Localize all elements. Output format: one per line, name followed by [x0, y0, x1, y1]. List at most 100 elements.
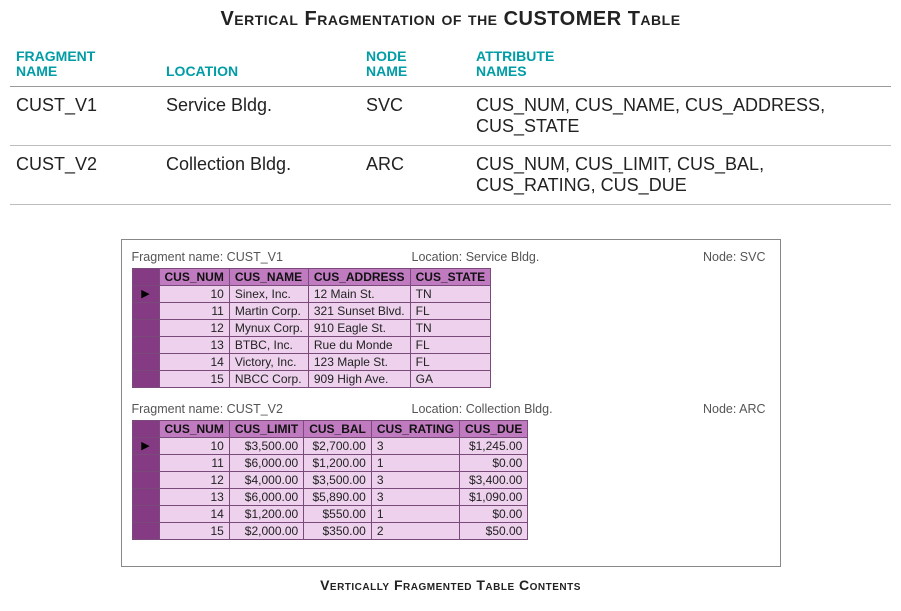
row-selector-header — [132, 268, 159, 285]
cell: 12 Main St. — [308, 285, 410, 302]
row-selector — [132, 488, 159, 505]
cell: NBCC Corp. — [229, 370, 308, 387]
cell: 321 Sunset Blvd. — [308, 302, 410, 319]
meta-header-attributes: ATTRIBUTENAMES — [470, 45, 891, 86]
meta-cell-location: Collection Bldg. — [160, 145, 360, 204]
cell: 3 — [371, 471, 459, 488]
meta-cell-attributes: CUS_NUM, CUS_LIMIT, CUS_BAL, CUS_RATING,… — [470, 145, 891, 204]
fragments-panel: Fragment name: CUST_V1Location: Service … — [121, 239, 781, 567]
row-selector: ▶ — [132, 285, 159, 302]
cell: $3,500.00 — [304, 471, 372, 488]
table-row: 12$4,000.00$3,500.003$3,400.00 — [132, 471, 528, 488]
col-header: CUS_NAME — [229, 268, 308, 285]
table-row: ▶10Sinex, Inc.12 Main St.TN — [132, 285, 491, 302]
cell: FL — [410, 302, 491, 319]
fragment-block: Fragment name: CUST_V1Location: Service … — [132, 250, 770, 388]
cell: 910 Eagle St. — [308, 319, 410, 336]
table-row: ▶10$3,500.00$2,700.003$1,245.00 — [132, 437, 528, 454]
row-selector — [132, 370, 159, 387]
row-selector: ▶ — [132, 437, 159, 454]
panel-caption: Vertically Fragmented Table Contents — [121, 577, 781, 593]
cell: Victory, Inc. — [229, 353, 308, 370]
cell: 1 — [371, 454, 459, 471]
cell: $3,400.00 — [459, 471, 527, 488]
cell: Martin Corp. — [229, 302, 308, 319]
table-row: 12Mynux Corp.910 Eagle St.TN — [132, 319, 491, 336]
table-row: 13BTBC, Inc.Rue du MondeFL — [132, 336, 491, 353]
fragment-node-label: Node: SVC — [642, 250, 770, 264]
row-selector — [132, 353, 159, 370]
cell: 15 — [159, 522, 229, 539]
fragment-meta: Fragment name: CUST_V2Location: Collecti… — [132, 402, 770, 416]
meta-cell-node: ARC — [360, 145, 470, 204]
col-header: CUS_RATING — [371, 420, 459, 437]
fragment-name-label: Fragment name: CUST_V2 — [132, 402, 412, 416]
table-row: 14Victory, Inc.123 Maple St.FL — [132, 353, 491, 370]
table-row: 15NBCC Corp.909 High Ave.GA — [132, 370, 491, 387]
cell: 13 — [159, 336, 229, 353]
col-header: CUS_NUM — [159, 268, 229, 285]
cell: TN — [410, 319, 491, 336]
meta-cell-location: Service Bldg. — [160, 86, 360, 145]
cell: $6,000.00 — [229, 454, 303, 471]
cell: $0.00 — [459, 454, 527, 471]
col-header: CUS_DUE — [459, 420, 527, 437]
table-row: 11$6,000.00$1,200.001$0.00 — [132, 454, 528, 471]
row-selector — [132, 505, 159, 522]
fragment-location-label: Location: Collection Bldg. — [412, 402, 642, 416]
cell: 1 — [371, 505, 459, 522]
cell: $1,200.00 — [229, 505, 303, 522]
cell: $350.00 — [304, 522, 372, 539]
fragmentation-meta-table: FRAGMENTNAME LOCATION NODENAME ATTRIBUTE… — [10, 45, 891, 205]
table-row: 15$2,000.00$350.002$50.00 — [132, 522, 528, 539]
row-selector — [132, 336, 159, 353]
meta-header-node: NODENAME — [360, 45, 470, 86]
cell: $550.00 — [304, 505, 372, 522]
cell: $2,700.00 — [304, 437, 372, 454]
cell: $4,000.00 — [229, 471, 303, 488]
cell: $6,000.00 — [229, 488, 303, 505]
fragment-data-table: CUS_NUMCUS_LIMITCUS_BALCUS_RATINGCUS_DUE… — [132, 420, 529, 540]
cell: 10 — [159, 285, 229, 302]
cell: 909 High Ave. — [308, 370, 410, 387]
cell: 11 — [159, 302, 229, 319]
fragment-data-table: CUS_NUMCUS_NAMECUS_ADDRESSCUS_STATE▶10Si… — [132, 268, 492, 388]
cell: $5,890.00 — [304, 488, 372, 505]
cell: $1,090.00 — [459, 488, 527, 505]
meta-row: CUST_V1Service Bldg.SVCCUS_NUM, CUS_NAME… — [10, 86, 891, 145]
cell: 13 — [159, 488, 229, 505]
cell: TN — [410, 285, 491, 302]
cell: 11 — [159, 454, 229, 471]
page-title: Vertical Fragmentation of the CUSTOMER T… — [10, 8, 891, 31]
cell: 2 — [371, 522, 459, 539]
row-selector — [132, 302, 159, 319]
meta-cell-fragment: CUST_V1 — [10, 86, 160, 145]
meta-header-location: LOCATION — [160, 45, 360, 86]
cell: $2,000.00 — [229, 522, 303, 539]
cell: 14 — [159, 505, 229, 522]
table-row: 14$1,200.00$550.001$0.00 — [132, 505, 528, 522]
cell: 3 — [371, 437, 459, 454]
fragment-block: Fragment name: CUST_V2Location: Collecti… — [132, 402, 770, 540]
meta-header-row: FRAGMENTNAME LOCATION NODENAME ATTRIBUTE… — [10, 45, 891, 86]
col-header: CUS_NUM — [159, 420, 229, 437]
cell: Sinex, Inc. — [229, 285, 308, 302]
col-header: CUS_LIMIT — [229, 420, 303, 437]
cell: 123 Maple St. — [308, 353, 410, 370]
cell: GA — [410, 370, 491, 387]
row-selector-header — [132, 420, 159, 437]
cell: $3,500.00 — [229, 437, 303, 454]
cell: FL — [410, 336, 491, 353]
table-row: 11Martin Corp.321 Sunset Blvd.FL — [132, 302, 491, 319]
meta-row: CUST_V2Collection Bldg.ARCCUS_NUM, CUS_L… — [10, 145, 891, 204]
col-header: CUS_ADDRESS — [308, 268, 410, 285]
fragment-node-label: Node: ARC — [642, 402, 770, 416]
cell: FL — [410, 353, 491, 370]
row-selector — [132, 471, 159, 488]
cell: 10 — [159, 437, 229, 454]
fragment-name-label: Fragment name: CUST_V1 — [132, 250, 412, 264]
meta-cell-node: SVC — [360, 86, 470, 145]
row-selector — [132, 319, 159, 336]
cell: $50.00 — [459, 522, 527, 539]
fragment-meta: Fragment name: CUST_V1Location: Service … — [132, 250, 770, 264]
